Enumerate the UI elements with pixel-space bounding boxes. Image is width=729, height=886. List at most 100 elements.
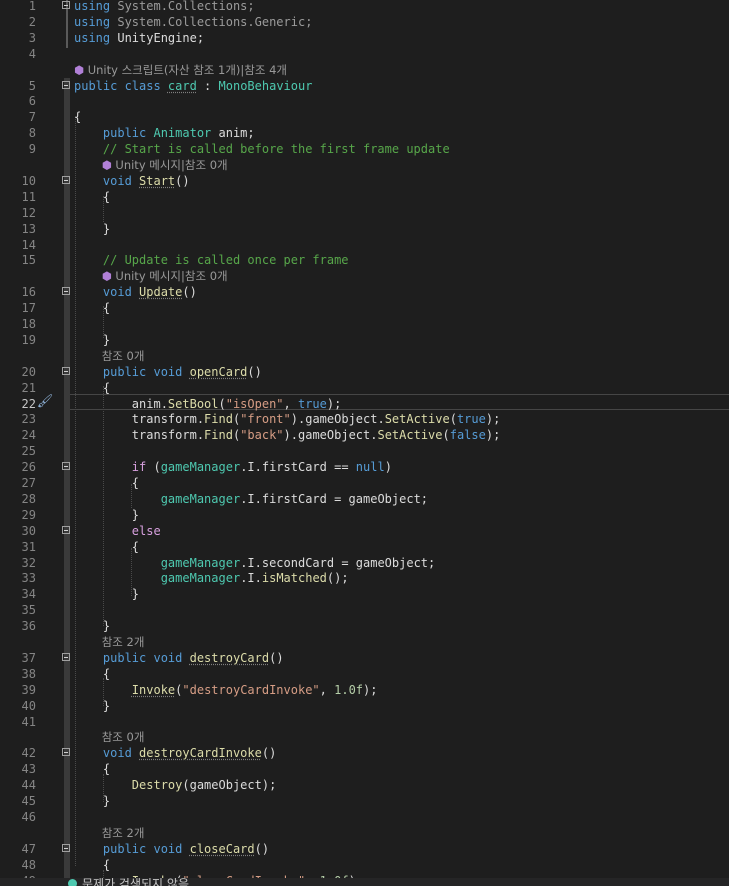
- code-token: // Update is called once per frame: [74, 253, 349, 268]
- code-line[interactable]: 41: [0, 714, 729, 730]
- code-line[interactable]: 10 void Start(): [0, 173, 729, 189]
- code-token: {: [74, 301, 111, 316]
- fold-toggle-icon[interactable]: [62, 748, 70, 757]
- codelens-text[interactable]: ⬢ Unity 메시지|참조 0개: [74, 268, 228, 284]
- code-text: using System.Collections;: [74, 0, 255, 14]
- code-line[interactable]: 6: [0, 93, 729, 109]
- code-token: true: [297, 396, 327, 411]
- code-line[interactable]: 3 using UnityEngine;: [0, 30, 729, 46]
- codelens-row[interactable]: ⬢ Unity 스크립트(자산 참조 1개)|참조 4개: [0, 62, 729, 78]
- fold-toggle-icon[interactable]: [62, 1, 70, 9]
- code-line[interactable]: 39 Invoke("destroyCardInvoke", 1.0f);: [0, 682, 729, 698]
- fold-toggle-icon[interactable]: [62, 652, 70, 661]
- fold-toggle-icon[interactable]: [62, 175, 70, 184]
- codelens-row[interactable]: 참조 2개: [0, 634, 729, 650]
- code-line[interactable]: 47 public void closeCard(): [0, 841, 729, 857]
- code-line[interactable]: 17 {: [0, 300, 729, 316]
- code-line[interactable]: 32 gameManager.I.secondCard = gameObject…: [0, 555, 729, 571]
- code-token: System.Collections.Generic;: [110, 14, 313, 29]
- code-line[interactable]: 19 }: [0, 332, 729, 348]
- codelens-text[interactable]: ⬢ Unity 스크립트(자산 참조 1개)|참조 4개: [74, 62, 287, 78]
- fold-toggle-icon[interactable]: [62, 80, 70, 89]
- code-line[interactable]: 4: [0, 46, 729, 62]
- code-editor[interactable]: 🖌 1 using System.Collections; 2 using Syste…: [0, 0, 729, 886]
- codelens-row[interactable]: 참조 0개: [0, 348, 729, 364]
- fold-toggle-icon[interactable]: [62, 843, 70, 852]
- code-line[interactable]: 22 anim.SetBool("isOpen", true);: [0, 396, 729, 412]
- code-line[interactable]: 2 using System.Collections.Generic;: [0, 14, 729, 30]
- code-text: {: [74, 857, 110, 873]
- code-text: gameManager.I.isMatched();: [74, 570, 349, 586]
- code-text: // Update is called once per frame: [74, 252, 349, 268]
- codelens-row[interactable]: 참조 2개: [0, 825, 729, 841]
- code-line[interactable]: 35: [0, 602, 729, 618]
- code-text: if (gameManager.I.firstCard == null): [74, 459, 392, 475]
- fold-toggle-icon[interactable]: [62, 525, 70, 534]
- code-line[interactable]: 33 gameManager.I.isMatched();: [0, 570, 729, 586]
- code-token: openCard: [189, 364, 248, 379]
- code-text: {: [74, 475, 139, 491]
- code-line[interactable]: 42 void destroyCardInvoke(): [0, 745, 729, 761]
- code-text: gameManager.I.secondCard = gameObject;: [74, 555, 436, 571]
- code-line[interactable]: 44 Destroy(gameObject);: [0, 777, 729, 793]
- code-line[interactable]: 26 if (gameManager.I.firstCard == null): [0, 459, 729, 475]
- fold-toggle-icon[interactable]: [62, 462, 70, 471]
- code-line[interactable]: 31 {: [0, 539, 729, 555]
- code-line[interactable]: 8 public Animator anim;: [0, 125, 729, 141]
- code-line[interactable]: 46: [0, 809, 729, 825]
- code-token: else: [131, 523, 161, 538]
- code-line[interactable]: 43 {: [0, 761, 729, 777]
- codelens-row[interactable]: ⬢ Unity 메시지|참조 0개: [0, 157, 729, 173]
- code-line[interactable]: 15 // Update is called once per frame: [0, 252, 729, 268]
- code-line[interactable]: 38 {: [0, 666, 729, 682]
- line-number: 20: [21, 364, 36, 379]
- code-line[interactable]: 45 }: [0, 793, 729, 809]
- code-line[interactable]: 37 public void destroyCard(): [0, 650, 729, 666]
- codelens-row[interactable]: ⬢ Unity 메시지|참조 0개: [0, 268, 729, 284]
- code-line[interactable]: 21 {: [0, 380, 729, 396]
- codelens-text[interactable]: 참조 2개: [74, 825, 145, 841]
- line-number: 15: [21, 253, 36, 268]
- code-line[interactable]: 28 gameManager.I.firstCard = gameObject;: [0, 491, 729, 507]
- code-line[interactable]: 23 transform.Find ("front").gameObject.Se…: [0, 411, 729, 427]
- line-number: 9: [28, 142, 36, 157]
- code-line[interactable]: 25: [0, 443, 729, 459]
- code-line[interactable]: 1 using System.Collections;: [0, 0, 729, 14]
- code-line[interactable]: 18: [0, 316, 729, 332]
- line-number: 27: [21, 476, 36, 490]
- code-line[interactable]: 27 {: [0, 475, 729, 491]
- code-line[interactable]: 48 {: [0, 857, 729, 873]
- codelens-text[interactable]: 참조 2개: [74, 634, 145, 650]
- code-line[interactable]: 16 void Update(): [0, 284, 729, 300]
- code-line[interactable]: 5 public class card : MonoBehaviour: [0, 78, 729, 94]
- code-line[interactable]: 7{: [0, 109, 729, 125]
- code-line[interactable]: 40 }: [0, 698, 729, 714]
- codelens-row[interactable]: 참조 0개: [0, 729, 729, 745]
- code-line[interactable]: 20 public void openCard(): [0, 364, 729, 380]
- codelens-text[interactable]: 참조 0개: [74, 348, 145, 364]
- fold-toggle-icon[interactable]: [62, 287, 70, 296]
- code-text: }: [74, 586, 139, 602]
- codelens-text[interactable]: 참조 0개: [74, 729, 145, 745]
- code-line[interactable]: 9 // Start is called before the first fr…: [0, 141, 729, 157]
- code-line[interactable]: 29 }: [0, 507, 729, 523]
- code-line[interactable]: 30 else: [0, 523, 729, 539]
- code-line[interactable]: 13 }: [0, 221, 729, 237]
- code-token: {: [74, 857, 111, 872]
- code-line[interactable]: 24 transform.Find ("back").gameObject.Set…: [0, 427, 729, 443]
- code-line[interactable]: 14: [0, 237, 729, 253]
- line-number: 37: [21, 650, 36, 665]
- code-line[interactable]: 12: [0, 205, 729, 221]
- fold-toggle-icon[interactable]: [62, 366, 70, 375]
- code-text: void Start(): [74, 173, 190, 189]
- code-line[interactable]: 34 }: [0, 586, 729, 602]
- codelens-text[interactable]: ⬢ Unity 메시지|참조 0개: [74, 157, 228, 173]
- line-number: 42: [21, 746, 36, 761]
- code-line[interactable]: 36 }: [0, 618, 729, 634]
- code-line[interactable]: 11 {: [0, 189, 729, 205]
